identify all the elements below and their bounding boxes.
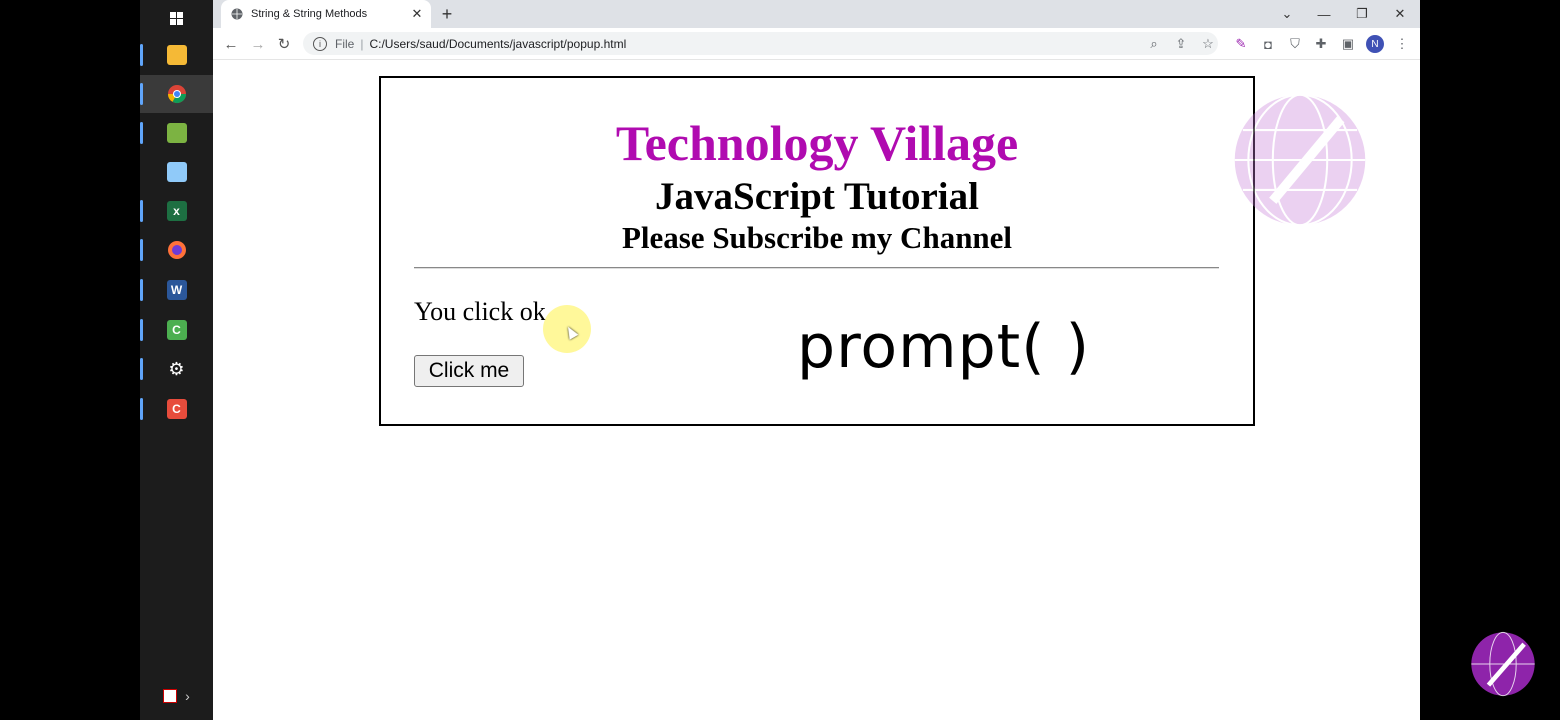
word-icon: W: [166, 280, 187, 300]
page-title: Technology Village: [615, 115, 1019, 171]
new-tab-button[interactable]: +: [437, 4, 457, 24]
recorder-icon: C: [166, 399, 187, 419]
close-icon[interactable]: ✕: [409, 6, 425, 22]
scheme-separator: |: [360, 36, 364, 51]
windows-icon: [169, 12, 183, 25]
taskbar-camtasia[interactable]: C: [140, 311, 213, 349]
taskbar-chrome[interactable]: [140, 75, 213, 113]
extensions-icon[interactable]: ✚: [1312, 35, 1330, 53]
tab-title: String & String Methods: [251, 8, 368, 20]
globe-icon: [231, 8, 243, 20]
camtasia-icon: C: [166, 320, 187, 340]
taskbar-tray: ›: [140, 686, 213, 706]
taskbar-file-explorer[interactable]: [140, 36, 213, 74]
minimize-button[interactable]: —: [1305, 0, 1343, 28]
avatar[interactable]: N: [1366, 35, 1384, 53]
pen-extension-icon[interactable]: ✎: [1232, 35, 1250, 53]
address-bar[interactable]: i File | C:/Users/saud/Documents/javascr…: [303, 32, 1218, 55]
zoom-icon[interactable]: ⌕: [1145, 35, 1163, 53]
back-button[interactable]: ←: [221, 34, 241, 54]
url-text: C:/Users/saud/Documents/javascript/popup…: [369, 36, 627, 51]
taskbar-excel[interactable]: x: [140, 192, 213, 230]
page-frame: Technology Village JavaScript Tutorial P…: [379, 76, 1255, 426]
taskbar-word[interactable]: W: [140, 271, 213, 309]
excel-icon: x: [166, 201, 187, 221]
start-button[interactable]: [140, 0, 213, 38]
divider: [414, 267, 1219, 269]
browser-toolbar: ← → ↻ i File | C:/Users/saud/Documents/j…: [213, 28, 1420, 60]
info-icon[interactable]: i: [313, 36, 327, 51]
taskbar-notes[interactable]: [140, 153, 213, 191]
chevron-down-icon[interactable]: ⌄: [1268, 0, 1306, 28]
taskbar-settings[interactable]: ⚙: [140, 350, 213, 388]
page-subtitle: JavaScript Tutorial: [655, 175, 979, 218]
taskbar-recorder[interactable]: C: [140, 390, 213, 428]
browser-tab[interactable]: String & String Methods ✕: [221, 0, 431, 28]
tab-strip: String & String Methods ✕ + ⌄ — ❐ ✕: [213, 0, 1420, 28]
chrome-icon: [167, 85, 186, 104]
menu-icon[interactable]: ⋮: [1393, 35, 1411, 53]
page-tagline: Please Subscribe my Channel: [621, 220, 1013, 255]
restore-button[interactable]: ❐: [1343, 0, 1381, 28]
taskbar-photos[interactable]: [140, 114, 213, 152]
side-panel-icon[interactable]: ▣: [1339, 35, 1357, 53]
window-close-button[interactable]: ✕: [1381, 0, 1419, 28]
notepad-icon: [166, 162, 187, 182]
scheme-label: File: [335, 36, 355, 51]
camera-icon[interactable]: ◘: [1259, 35, 1277, 53]
star-icon[interactable]: ☆: [1199, 35, 1217, 53]
channel-logo-icon: [1471, 631, 1535, 697]
overlay-caption: prompt( ): [797, 312, 1091, 382]
gear-icon: ⚙: [168, 358, 185, 379]
share-icon[interactable]: ⇪: [1172, 35, 1190, 53]
folder-icon: [166, 45, 187, 65]
globe-logo-icon: [1234, 93, 1366, 227]
result-message: You click ok: [414, 297, 546, 326]
reload-button[interactable]: ↻: [274, 34, 294, 54]
firefox-icon: [167, 241, 186, 259]
chevron-right-icon[interactable]: ›: [185, 688, 190, 704]
taskbar-firefox[interactable]: [140, 231, 213, 269]
forward-button[interactable]: →: [248, 34, 268, 54]
click-me-button[interactable]: Click me: [414, 355, 524, 387]
acrobat-icon[interactable]: [163, 689, 178, 703]
taskbar: x W C ⚙ C ›: [140, 0, 213, 720]
shield-icon[interactable]: ⛉: [1286, 35, 1304, 53]
image-icon: [166, 123, 187, 143]
